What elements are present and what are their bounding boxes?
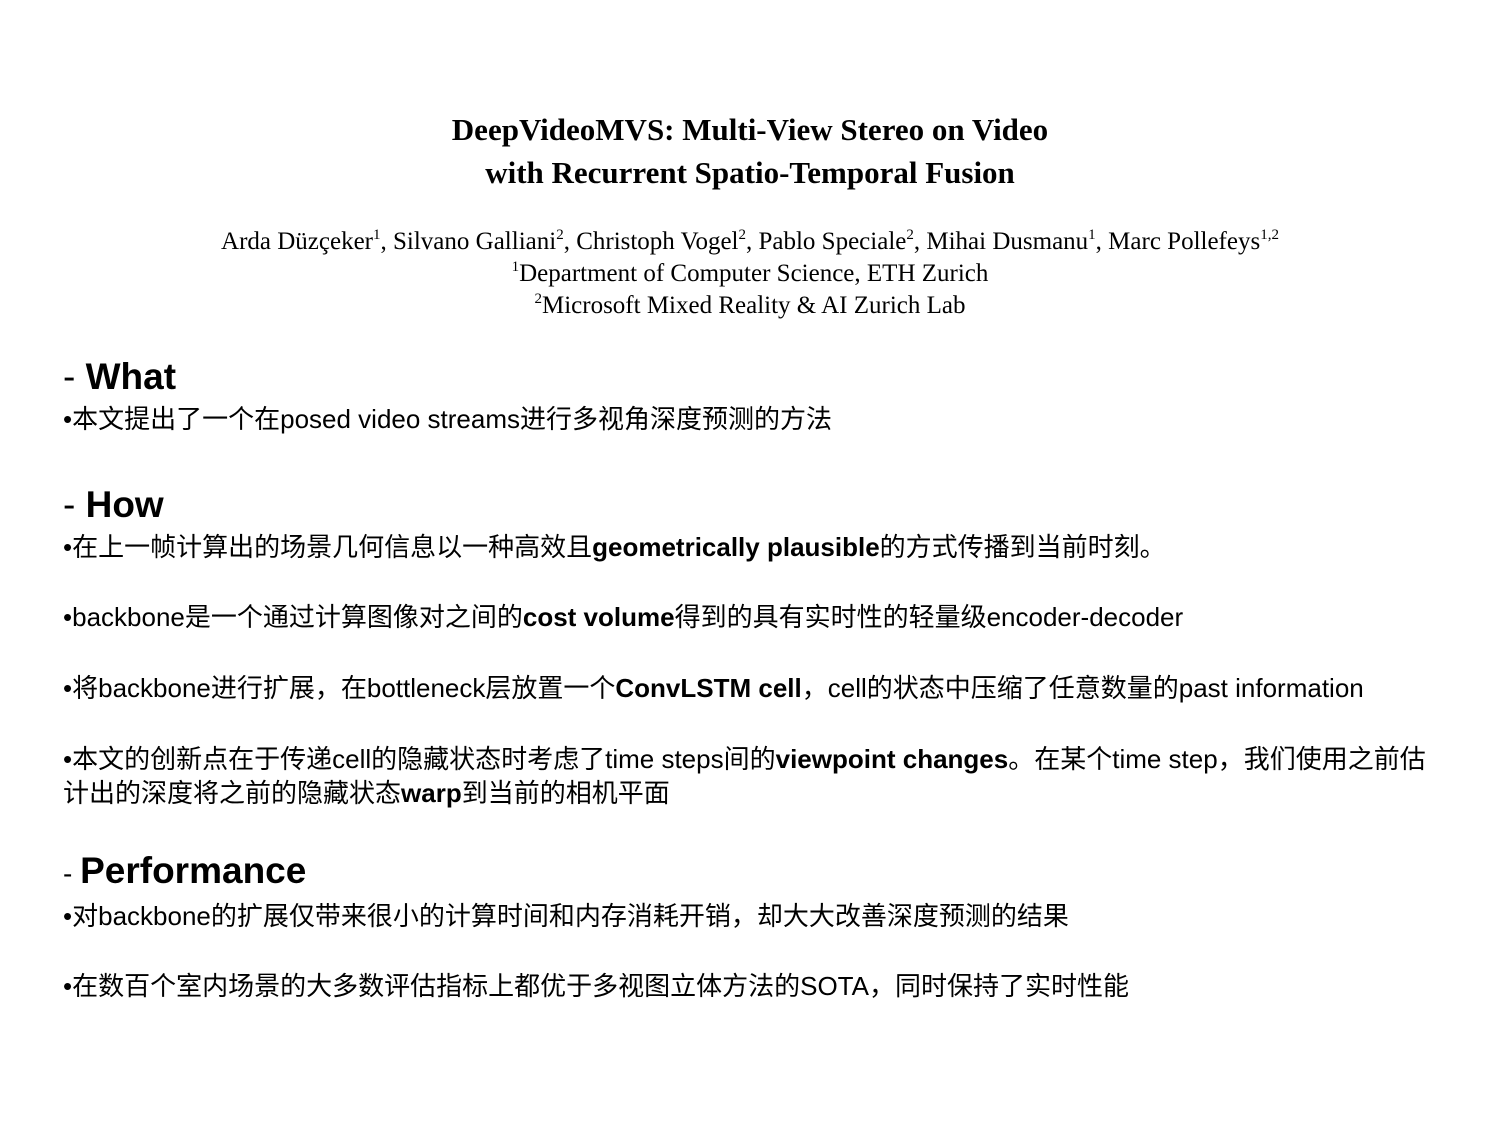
author-name: Pablo Speciale (758, 228, 907, 255)
bullet-item: •本文提出了一个在posed video streams进行多视角深度预测的方法 (63, 402, 1438, 436)
author-affil-mark: 1 (373, 227, 381, 243)
affiliation-text: Department of Computer Science, ETH Zuri… (519, 260, 989, 287)
section-heading-performance: - Performance (63, 846, 1438, 899)
notes-body: - What •本文提出了一个在posed video streams进行多视角… (63, 352, 1438, 1003)
bullet-text: •本文提出了一个在posed video streams进行多视角深度预测的方法 (63, 404, 833, 434)
bullet-item: •在数百个室内场景的大多数评估指标上都优于多视图立体方法的SOTA，同时保持了实… (63, 969, 1438, 1003)
paper-title-line-1: DeepVideoMVS: Multi-View Stereo on Video (451, 112, 1049, 147)
author-affil-mark: 2 (738, 227, 746, 243)
section-dash: - (63, 858, 81, 889)
section-dash: - (63, 356, 86, 397)
author: Arda Düzçeker1, (221, 227, 394, 256)
bullet-text: ，cell的状态中压缩了任意数量的past information (801, 673, 1364, 703)
bullet-emphasis: cost volume (522, 602, 675, 632)
author: Christoph Vogel2, (576, 227, 759, 256)
bullet-text: •在数百个室内场景的大多数评估指标上都优于多视图立体方法的SOTA，同时保持了实… (63, 971, 1129, 1001)
bullet-emphasis: geometrically plausible (592, 532, 880, 562)
bullet-text: •本文的创新点在于传递cell的隐藏状态时考虑了time steps间的 (63, 744, 776, 774)
author-affil-mark: 1,2 (1260, 227, 1279, 243)
section-heading-what: - What (63, 352, 1438, 402)
affiliation: 2Microsoft Mixed Reality & AI Zurich Lab (0, 290, 1500, 322)
author-separator: , (1095, 228, 1109, 255)
bullet-item: •本文的创新点在于传递cell的隐藏状态时考虑了time steps间的view… (63, 742, 1438, 810)
affiliation: 1Department of Computer Science, ETH Zur… (0, 258, 1500, 290)
bullet-text: •对backbone的扩展仅带来很小的计算时间和内存消耗开销，却大大改善深度预测… (63, 901, 1069, 931)
bullet-item: •对backbone的扩展仅带来很小的计算时间和内存消耗开销，却大大改善深度预测… (63, 899, 1438, 933)
affiliation-mark: 2 (534, 291, 542, 307)
author-separator: , (563, 228, 577, 255)
affiliation-mark: 1 (511, 259, 520, 275)
bullet-emphasis: viewpoint changes (775, 744, 1009, 774)
author-separator: , (745, 228, 759, 255)
bullet-emphasis: ConvLSTM cell (615, 673, 802, 703)
author-affil-mark: 2 (556, 227, 564, 243)
bullet-item: •backbone是一个通过计算图像对之间的cost volume得到的具有实时… (63, 600, 1438, 634)
section-title: Performance (80, 850, 307, 891)
bullet-text: •backbone是一个通过计算图像对之间的 (63, 602, 523, 632)
author-list: Arda Düzçeker1, Silvano Galliani2, Chris… (0, 225, 1500, 258)
author-name: Silvano Galliani (393, 228, 557, 255)
author: Pablo Speciale2, (758, 227, 927, 256)
author: Silvano Galliani2, (393, 227, 577, 256)
author-separator: , (380, 228, 394, 255)
author-name: Marc Pollefeys (1108, 228, 1261, 255)
bullet-text: •将backbone进行扩展，在bottleneck层放置一个 (63, 673, 616, 703)
section-title: How (85, 484, 164, 525)
bullet-text: 的方式传播到当前时刻。 (879, 532, 1166, 562)
author-affil-mark: 2 (906, 227, 914, 243)
author-separator: , (913, 228, 927, 255)
paper-header: DeepVideoMVS: Multi-View Stereo on Video… (0, 108, 1500, 322)
author: Mihai Dusmanu1, (926, 227, 1109, 256)
author-name: Mihai Dusmanu (926, 228, 1089, 255)
bullet-text: •在上一帧计算出的场景几何信息以一种高效且 (63, 532, 593, 562)
section-title: What (85, 356, 177, 397)
section-heading-how: - How (63, 480, 1438, 530)
author: Marc Pollefeys1,2 (1108, 227, 1279, 256)
bullet-emphasis: warp (401, 778, 462, 808)
bullet-item: •在上一帧计算出的场景几何信息以一种高效且geometrically plaus… (63, 530, 1438, 564)
paper-title-line-2: with Recurrent Spatio-Temporal Fusion (485, 155, 1015, 190)
author-name: Arda Düzçeker (221, 228, 374, 255)
author-affil-mark: 1 (1088, 227, 1096, 243)
affiliation-text: Microsoft Mixed Reality & AI Zurich Lab (541, 292, 966, 319)
bullet-item: •将backbone进行扩展，在bottleneck层放置一个ConvLSTM … (63, 671, 1438, 705)
bullet-text: 得到的具有实时性的轻量级encoder-decoder (674, 602, 1184, 632)
section-dash: - (63, 484, 86, 525)
bullet-text: 到当前的相机平面 (461, 778, 670, 808)
paper-title: DeepVideoMVS: Multi-View Stereo on Video… (0, 108, 1500, 194)
author-name: Christoph Vogel (576, 228, 739, 255)
